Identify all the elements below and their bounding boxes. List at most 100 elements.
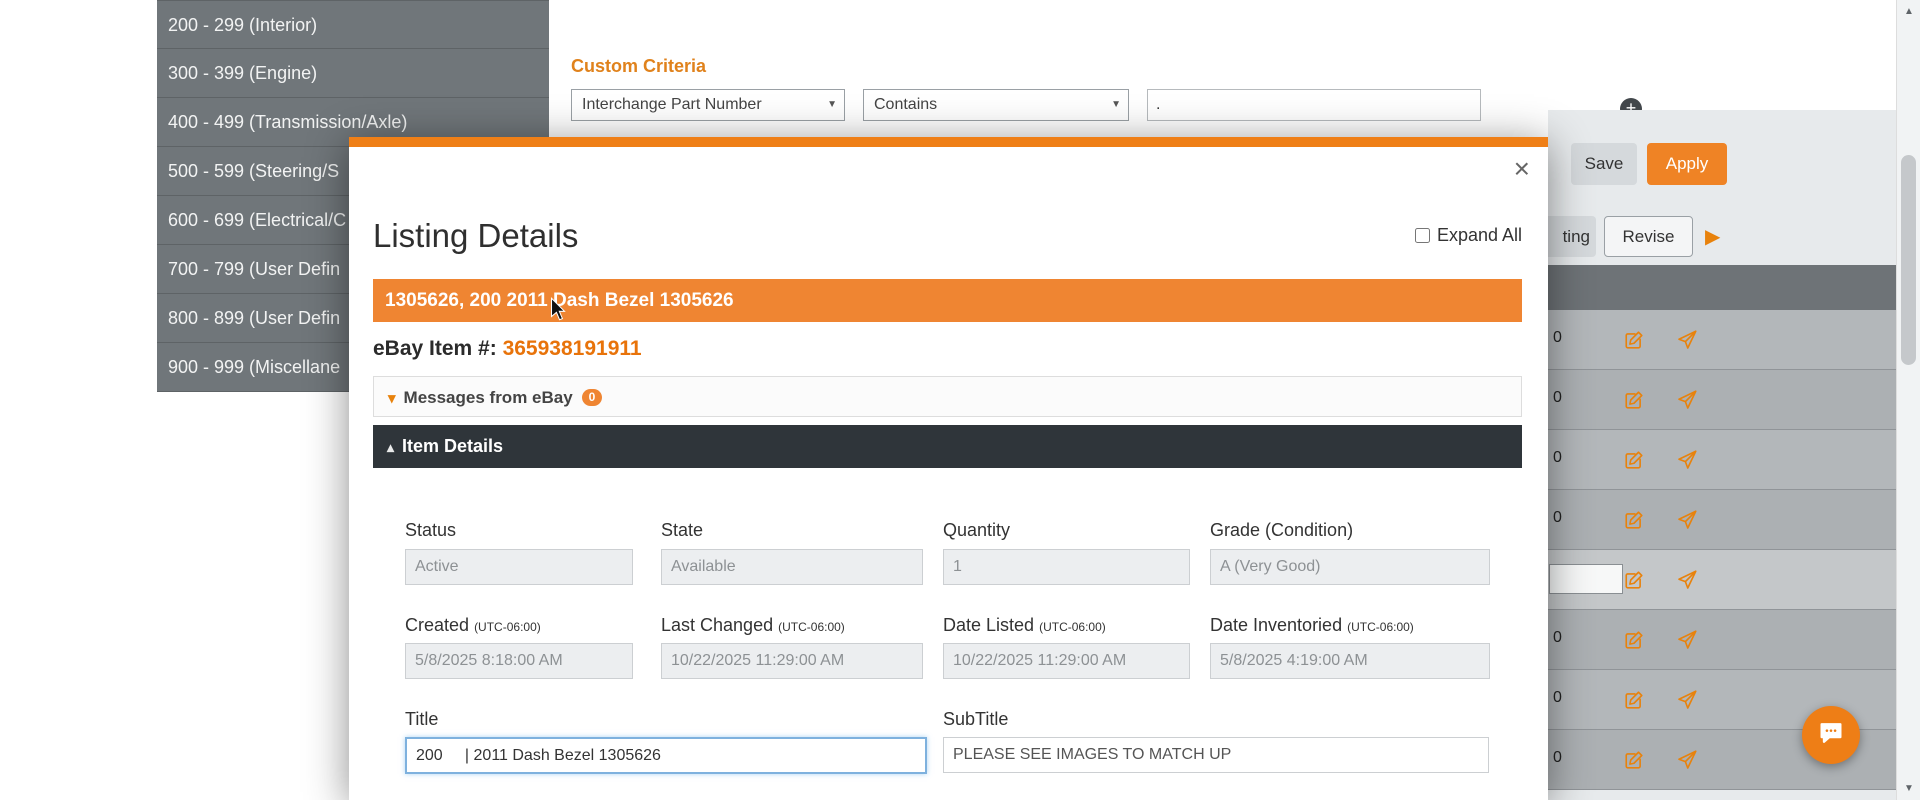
criteria-value-input[interactable] xyxy=(1147,89,1481,121)
created-tz: (UTC-06:00) xyxy=(474,620,541,634)
edit-icon[interactable] xyxy=(1624,390,1644,410)
edit-icon[interactable] xyxy=(1624,450,1644,470)
quantity-field xyxy=(943,549,1190,585)
send-listing-icon[interactable] xyxy=(1677,690,1697,710)
subtitle-input[interactable] xyxy=(943,737,1489,773)
date-inventoried-field xyxy=(1210,643,1490,679)
send-listing-icon[interactable] xyxy=(1677,750,1697,770)
created-label-text: Created xyxy=(405,615,469,635)
ebay-item-label: eBay Item #: xyxy=(373,337,497,360)
chat-bubble-icon xyxy=(1817,719,1845,752)
date-listed-label-text: Date Listed xyxy=(943,615,1034,635)
state-label: State xyxy=(661,520,703,541)
row-value: 0 xyxy=(1553,509,1562,527)
save-button[interactable]: Save xyxy=(1571,143,1637,185)
table-row[interactable]: 0 xyxy=(1548,310,1896,370)
date-inventoried-label-text: Date Inventoried xyxy=(1210,615,1342,635)
ebay-item-number-link[interactable]: 365938191911 xyxy=(503,337,642,360)
last-changed-label-text: Last Changed xyxy=(661,615,773,635)
listing-details-modal: × Listing Details Expand All 1305626, 20… xyxy=(349,137,1548,800)
app-root: 200 - 299 (Interior) 300 - 399 (Engine) … xyxy=(0,0,1920,800)
send-listing-icon[interactable] xyxy=(1677,630,1697,650)
table-row[interactable]: 0 xyxy=(1548,430,1896,490)
date-inventoried-tz: (UTC-06:00) xyxy=(1347,620,1414,634)
state-field xyxy=(661,549,923,585)
quantity-label: Quantity xyxy=(943,520,1010,541)
criteria-field-selected-value: Interchange Part Number xyxy=(582,90,762,120)
row-value: 0 xyxy=(1553,749,1562,767)
apply-button[interactable]: Apply xyxy=(1647,143,1727,185)
expand-all-label: Expand All xyxy=(1437,225,1522,246)
modal-title: Listing Details xyxy=(373,217,578,255)
subtitle-label: SubTitle xyxy=(943,709,1008,730)
play-icon[interactable]: ▶ xyxy=(1705,224,1720,249)
scrollbar-thumb[interactable] xyxy=(1901,155,1916,365)
sidebar-item-300-399[interactable]: 300 - 399 (Engine) xyxy=(157,49,549,98)
row-value: 0 xyxy=(1553,449,1562,467)
mouse-cursor xyxy=(549,297,567,328)
send-listing-icon[interactable] xyxy=(1677,570,1697,590)
listing-banner[interactable]: 1305626, 200 2011 Dash Bezel 1305626 xyxy=(373,279,1522,322)
created-field xyxy=(405,643,633,679)
send-listing-icon[interactable] xyxy=(1677,330,1697,350)
chevron-down-icon: ▼ xyxy=(827,90,837,120)
criteria-operator-selected-value: Contains xyxy=(874,90,937,120)
date-inventoried-label: Date Inventoried (UTC-06:00) xyxy=(1210,615,1414,636)
results-table-header xyxy=(1548,265,1896,310)
custom-criteria-heading: Custom Criteria xyxy=(571,56,706,77)
revise-button[interactable]: Revise xyxy=(1604,216,1693,257)
ebay-item-line: eBay Item #: 365938191911 xyxy=(373,337,642,361)
row-inline-input[interactable] xyxy=(1549,564,1623,594)
messages-count-badge: 0 xyxy=(582,389,603,406)
caret-down-icon: ▾ xyxy=(388,390,396,407)
messages-section-header[interactable]: ▾ Messages from eBay 0 xyxy=(373,376,1522,417)
edit-icon[interactable] xyxy=(1624,510,1644,530)
status-field xyxy=(405,549,633,585)
modal-accent-bar xyxy=(349,137,1548,147)
row-value: 0 xyxy=(1553,689,1562,707)
title-label: Title xyxy=(405,709,438,730)
criteria-operator-select[interactable]: Contains ▼ xyxy=(863,89,1129,121)
scroll-down-icon[interactable]: ▼ xyxy=(1897,783,1920,794)
page-scrollbar[interactable]: ▲ ▼ xyxy=(1896,0,1920,800)
close-icon[interactable]: × xyxy=(1514,159,1530,179)
messages-section-label: Messages from eBay xyxy=(404,388,573,407)
send-listing-icon[interactable] xyxy=(1677,450,1697,470)
scroll-up-icon[interactable]: ▲ xyxy=(1897,6,1920,17)
created-label: Created (UTC-06:00) xyxy=(405,615,541,636)
table-row[interactable]: 0 xyxy=(1548,610,1896,670)
row-value: 0 xyxy=(1553,329,1562,347)
date-listed-tz: (UTC-06:00) xyxy=(1039,620,1106,634)
criteria-field-select[interactable]: Interchange Part Number ▼ xyxy=(571,89,845,121)
edit-icon[interactable] xyxy=(1624,690,1644,710)
caret-up-icon: ▴ xyxy=(387,439,394,455)
chat-widget-button[interactable] xyxy=(1802,706,1860,764)
table-row[interactable]: 0 xyxy=(1548,370,1896,430)
expand-all-toggle[interactable]: Expand All xyxy=(1415,225,1522,246)
item-details-section-header[interactable]: ▴ Item Details xyxy=(373,425,1522,468)
title-input[interactable] xyxy=(405,737,927,774)
edit-icon[interactable] xyxy=(1624,750,1644,770)
chevron-down-icon: ▼ xyxy=(1111,90,1121,120)
last-changed-tz: (UTC-06:00) xyxy=(778,620,845,634)
edit-icon[interactable] xyxy=(1624,570,1644,590)
row-value: 0 xyxy=(1553,629,1562,647)
edit-icon[interactable] xyxy=(1624,630,1644,650)
item-details-section-label: Item Details xyxy=(402,436,503,456)
table-row[interactable]: 0 xyxy=(1548,490,1896,550)
last-changed-field xyxy=(661,643,923,679)
last-changed-label: Last Changed (UTC-06:00) xyxy=(661,615,845,636)
expand-all-checkbox[interactable] xyxy=(1415,228,1430,243)
edit-icon[interactable] xyxy=(1624,330,1644,350)
row-value: 0 xyxy=(1553,389,1562,407)
date-listed-field xyxy=(943,643,1190,679)
send-listing-icon[interactable] xyxy=(1677,510,1697,530)
send-listing-icon[interactable] xyxy=(1677,390,1697,410)
date-listed-label: Date Listed (UTC-06:00) xyxy=(943,615,1106,636)
grade-label: Grade (Condition) xyxy=(1210,520,1353,541)
sidebar-item-200-299[interactable]: 200 - 299 (Interior) xyxy=(157,0,549,49)
listing-button-partial[interactable]: ting xyxy=(1544,216,1596,257)
table-row-highlighted[interactable] xyxy=(1548,550,1896,610)
grade-field xyxy=(1210,549,1490,585)
status-label: Status xyxy=(405,520,456,541)
